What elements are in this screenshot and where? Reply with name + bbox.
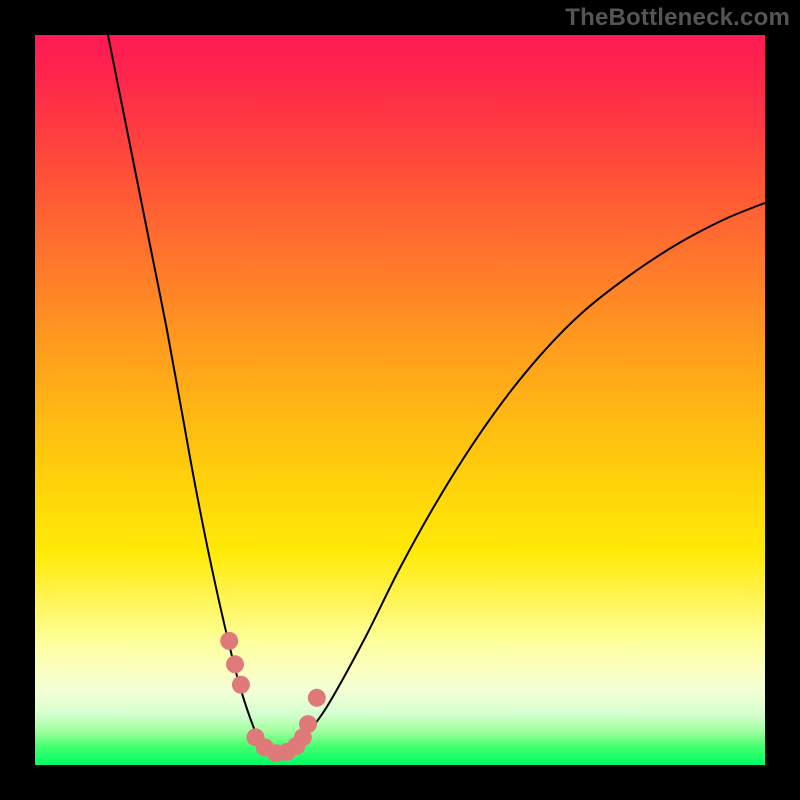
- marker-point: [226, 655, 244, 673]
- marker-point: [299, 715, 317, 733]
- plot-area: [35, 35, 765, 765]
- chart-frame: TheBottleneck.com: [0, 0, 800, 800]
- bottleneck-curve: [108, 35, 765, 755]
- marker-point: [232, 676, 250, 694]
- watermark-text: TheBottleneck.com: [565, 4, 790, 32]
- marker-point: [308, 689, 326, 707]
- marker-group: [220, 632, 326, 762]
- marker-point: [220, 632, 238, 650]
- curve-svg: [35, 35, 765, 765]
